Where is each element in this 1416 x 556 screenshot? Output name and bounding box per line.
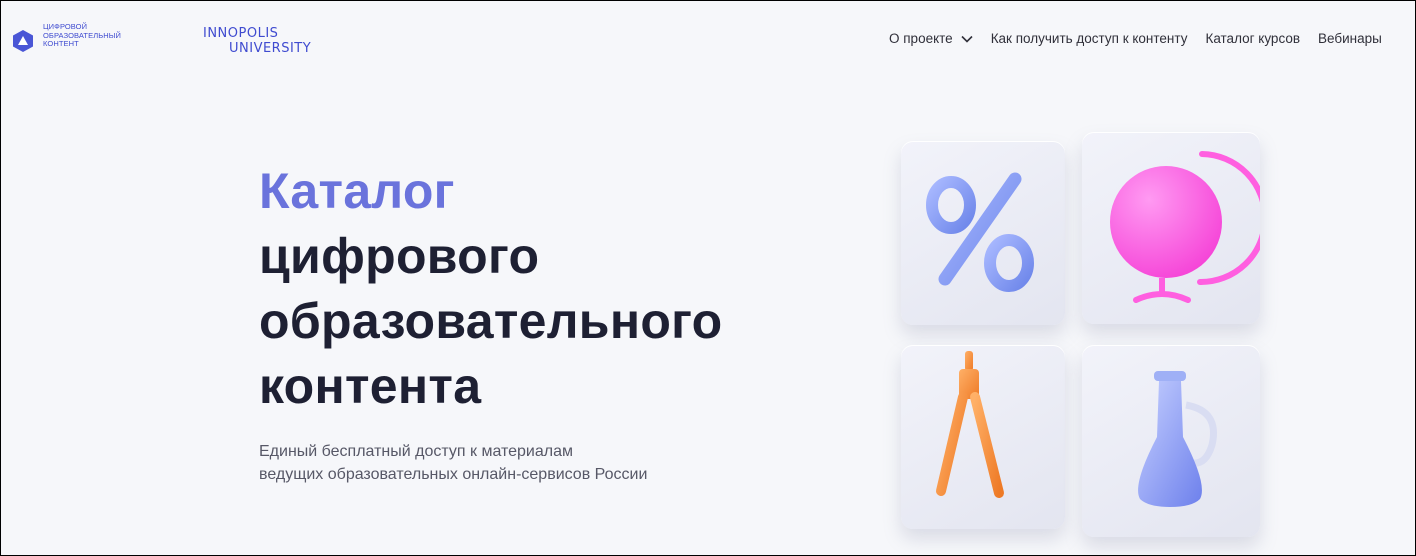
- chevron-down-icon: [961, 35, 973, 43]
- tile-compass: [901, 345, 1065, 529]
- hero-title: Каталог цифрового образовательного конте…: [259, 159, 722, 419]
- tile-globe: [1082, 132, 1260, 324]
- percent-icon: [926, 172, 1034, 292]
- tile-percent: [901, 141, 1065, 325]
- tile-flask: [1082, 345, 1260, 537]
- hero-subtitle: Единый бесплатный доступ к материалам ве…: [259, 440, 647, 486]
- nav-item-webinars[interactable]: Вебинары: [1318, 31, 1382, 46]
- hexagon-triangle-icon[interactable]: [11, 29, 35, 53]
- logo-line: КОНТЕНТ: [43, 39, 79, 48]
- innopolis-university-logo[interactable]: INNOPOLIS UNIVERSITY: [203, 23, 353, 57]
- globe-icon: [1110, 151, 1260, 303]
- site-header: ЦИФРОВОЙ ОБРАЗОВАТЕЛЬНЫЙ КОНТЕНТ INNOPOL…: [1, 1, 1415, 77]
- hero-title-accent: Каталог: [259, 163, 455, 219]
- hero-title-line: образовательного: [259, 293, 723, 349]
- nav-item-access[interactable]: Как получить доступ к контенту: [991, 31, 1188, 46]
- site-logo-text[interactable]: ЦИФРОВОЙ ОБРАЗОВАТЕЛЬНЫЙ КОНТЕНТ: [43, 22, 121, 49]
- nav-item-about[interactable]: О проекте: [889, 31, 973, 46]
- partner-logo-line2: UNIVERSITY: [229, 41, 311, 56]
- hero-subtitle-line: Единый бесплатный доступ к материалам: [259, 443, 573, 460]
- hero-subtitle-line: ведущих образовательных онлайн-сервисов …: [259, 466, 648, 483]
- hero-title-line: цифрового: [259, 228, 540, 284]
- nav-item-label: Как получить доступ к контенту: [990, 31, 1188, 46]
- nav-item-label: Каталог курсов: [1205, 31, 1301, 46]
- nav-item-label: О проекте: [889, 31, 953, 46]
- hero-title-line: контента: [259, 358, 482, 414]
- page: ЦИФРОВОЙ ОБРАЗОВАТЕЛЬНЫЙ КОНТЕНТ INNOPOL…: [0, 0, 1416, 556]
- compass-icon: [936, 351, 1004, 498]
- flask-icon: [1138, 371, 1217, 507]
- nav-item-label: Вебинары: [1318, 31, 1382, 46]
- partner-logo-line1: INNOPOLIS: [203, 26, 278, 41]
- main-nav: О проекте Как получить доступ к контенту…: [889, 31, 1382, 46]
- nav-item-catalog[interactable]: Каталог курсов: [1205, 31, 1300, 46]
